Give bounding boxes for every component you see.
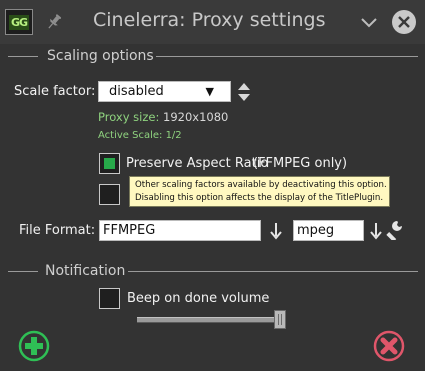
file-format-field[interactable]: FFMPEG: [99, 220, 261, 241]
proxy-size-value: 1920x1080: [163, 110, 229, 124]
cancel-button[interactable]: [373, 330, 405, 362]
format-menu-arrow-icon[interactable]: [269, 222, 283, 240]
section-divider: [8, 56, 38, 57]
x-circle-icon: [373, 330, 405, 362]
tooltip-line: Other scaling factors available by deact…: [135, 180, 387, 190]
section-divider: [156, 56, 418, 57]
scale-factor-label: Scale factor:: [14, 84, 96, 99]
beep-label: Beep on done volume: [127, 291, 270, 306]
codec-field[interactable]: mpeg: [293, 220, 364, 241]
codec-menu-arrow-icon[interactable]: [369, 222, 383, 240]
volume-slider-track[interactable]: [137, 317, 285, 323]
file-format-value: FFMPEG: [103, 223, 156, 238]
window-title: Cinelerra: Proxy settings: [93, 9, 326, 31]
volume-slider-handle[interactable]: [274, 310, 286, 329]
app-icon-text: GG: [8, 14, 30, 30]
checkbox-fill: [104, 158, 115, 169]
app-icon: GG: [5, 9, 33, 35]
dropdown-arrow-icon: ▼: [205, 85, 214, 98]
file-format-label: File Format:: [19, 223, 96, 238]
scaling-section-title: Scaling options: [47, 48, 154, 64]
preserve-aspect-checkbox[interactable]: [99, 153, 120, 174]
codec-value: mpeg: [297, 223, 335, 238]
preserve-aspect-label: Preserve Aspect Ratio: [126, 156, 269, 171]
active-scale-text: Active Scale: 1/2: [98, 130, 182, 141]
plus-circle-icon: [18, 330, 50, 362]
section-divider: [8, 271, 38, 272]
proxy-size-label: Proxy size:: [98, 110, 160, 124]
section-divider: [128, 271, 418, 272]
up-down-arrows-icon[interactable]: [236, 81, 252, 103]
scale-factor-dropdown[interactable]: disabled ▼: [98, 81, 231, 102]
tooltip: Other scaling factors available by deact…: [129, 176, 390, 207]
tooltip-line: Disabling this option affects the displa…: [135, 193, 384, 203]
chevron-down-icon[interactable]: [358, 12, 380, 32]
scaling-option-checkbox[interactable]: [99, 184, 120, 205]
ok-button[interactable]: [18, 330, 50, 362]
scale-factor-value: disabled: [109, 84, 164, 99]
notification-section-title: Notification: [45, 263, 126, 279]
close-button[interactable]: [392, 10, 416, 34]
close-icon: [398, 16, 410, 28]
pin-icon[interactable]: [44, 12, 64, 32]
wrench-icon[interactable]: [384, 220, 404, 242]
beep-checkbox[interactable]: [99, 288, 120, 309]
preserve-aspect-note: (FFMPEG only): [253, 156, 348, 171]
